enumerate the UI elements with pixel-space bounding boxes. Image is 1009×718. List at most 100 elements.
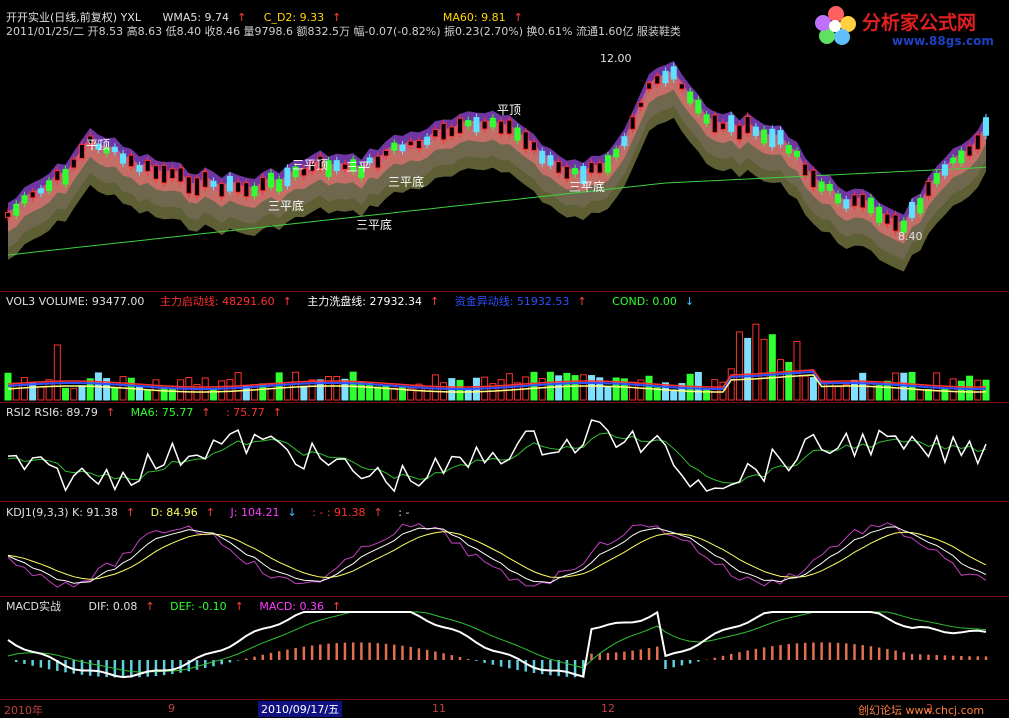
up-arrow-icon: ↑	[105, 406, 116, 419]
candle-body	[974, 134, 981, 151]
candle-body	[703, 114, 710, 124]
volume-bar	[390, 387, 398, 401]
candle-body	[514, 127, 521, 141]
volume-bar	[760, 338, 768, 401]
volume-bar	[70, 387, 78, 401]
macd-dif-value: DIF: 0.08	[88, 600, 138, 613]
candle-body	[152, 165, 159, 180]
volume-bar	[752, 323, 760, 401]
volume-bar	[842, 384, 850, 401]
macd-def-value: DEF: -0.10	[170, 600, 227, 613]
candle-body	[177, 167, 184, 183]
volume-value: VOL3 VOLUME: 93477.00	[6, 295, 145, 308]
volume-bar	[218, 380, 226, 401]
candle-body	[572, 168, 579, 175]
candle-body	[621, 136, 628, 147]
up-arrow-icon: ↑	[125, 506, 136, 519]
candle-body	[415, 139, 422, 149]
candle-body	[662, 70, 669, 84]
time-axis[interactable]: 2010年 9 2010/09/17/五 11 12 2 创幻论坛 www.ch…	[0, 699, 1009, 718]
candle-body	[958, 150, 965, 164]
candle-body	[761, 129, 768, 144]
candle-body	[46, 180, 53, 191]
volume-bar	[916, 389, 924, 401]
candle-body	[892, 214, 899, 232]
volume-bar	[703, 388, 711, 401]
volume-bar	[464, 388, 472, 401]
candle-body	[13, 203, 20, 216]
volume-bar	[325, 375, 333, 401]
volume-bar	[785, 361, 793, 401]
rsi6-line	[7, 419, 987, 493]
candle-body	[440, 122, 447, 141]
panel-separator	[0, 291, 1009, 292]
candle-body	[613, 148, 620, 158]
volume-bar	[588, 375, 596, 401]
stock-chart-window[interactable]: 开开实业(日线,前复权) YXL WMA5: 9.74 ↑ C_D2: 9.33 ↑…	[0, 0, 1009, 718]
volume-bar	[809, 377, 817, 401]
volume-bar	[226, 379, 234, 401]
candle-body	[489, 117, 496, 128]
candle-body	[333, 160, 340, 171]
axis-tick: 9	[168, 702, 175, 715]
volume-bar	[579, 374, 587, 401]
axis-tick: 2010年	[4, 704, 43, 717]
volume-bar	[177, 379, 185, 401]
down-arrow-icon: ↓	[684, 295, 695, 308]
kdj-d-line	[7, 531, 987, 580]
candle-body	[169, 168, 176, 180]
volume-bar	[374, 386, 382, 401]
up-arrow-icon: ↑	[234, 600, 244, 613]
candle-body	[950, 157, 957, 164]
volume-bar	[974, 379, 982, 401]
low-price-label: 8.40	[898, 230, 923, 243]
candle-body	[646, 82, 653, 90]
candle-body	[259, 177, 266, 192]
volume-bar	[37, 386, 45, 401]
candle-body	[383, 150, 390, 157]
candle-body	[62, 168, 69, 185]
volume-bar	[604, 386, 612, 401]
candle-body	[555, 161, 562, 174]
candle-body	[687, 91, 694, 104]
candle-body	[374, 155, 381, 169]
candle-body	[966, 145, 973, 157]
volume-bar	[768, 334, 776, 401]
volume-bar	[144, 389, 152, 401]
macd-header: MACD实战 DIF: 0.08 ↑ DEF: -0.10 ↑ MACD: 0.36…	[6, 600, 349, 613]
rsi6-value: RSI2 RSI6: 89.79	[6, 406, 98, 419]
volume-bar	[78, 385, 86, 401]
pattern-label-top: 三平	[346, 160, 371, 174]
volume-bar	[160, 387, 168, 401]
candle-body	[243, 182, 250, 198]
candle-body	[267, 172, 274, 188]
candle-body	[136, 165, 143, 172]
candle-body	[506, 119, 513, 135]
candle-body	[399, 144, 406, 152]
candle-body	[728, 115, 735, 132]
candle-body	[695, 99, 702, 114]
candle-body	[670, 66, 677, 80]
candle-body	[251, 185, 258, 197]
volume-bar	[900, 372, 908, 401]
candle-body	[448, 126, 455, 137]
candle-body	[210, 180, 217, 187]
kdj-extra-value: : - : 91.38	[312, 506, 366, 519]
cursor-date-box: 2010/09/17/五	[258, 701, 343, 717]
candle-body	[588, 162, 595, 174]
candle-body	[752, 126, 759, 136]
volume-bar	[957, 380, 965, 401]
volume-bar	[20, 377, 28, 401]
rsi-header: RSI2 RSI6: 89.79 ↑ MA6: 75.77 ↑ : 75.77 ↑	[6, 406, 290, 419]
candle-body	[284, 167, 291, 187]
volume-bar	[292, 371, 300, 401]
candle-body	[678, 83, 685, 90]
axis-tick: 11	[432, 702, 446, 715]
volume-bar	[826, 381, 834, 401]
candle-body	[859, 193, 866, 209]
volume-bar	[275, 372, 283, 401]
candle-body	[744, 115, 751, 134]
candle-body	[810, 169, 817, 188]
candle-body	[465, 120, 472, 127]
up-arrow-icon: ↑	[205, 506, 216, 519]
